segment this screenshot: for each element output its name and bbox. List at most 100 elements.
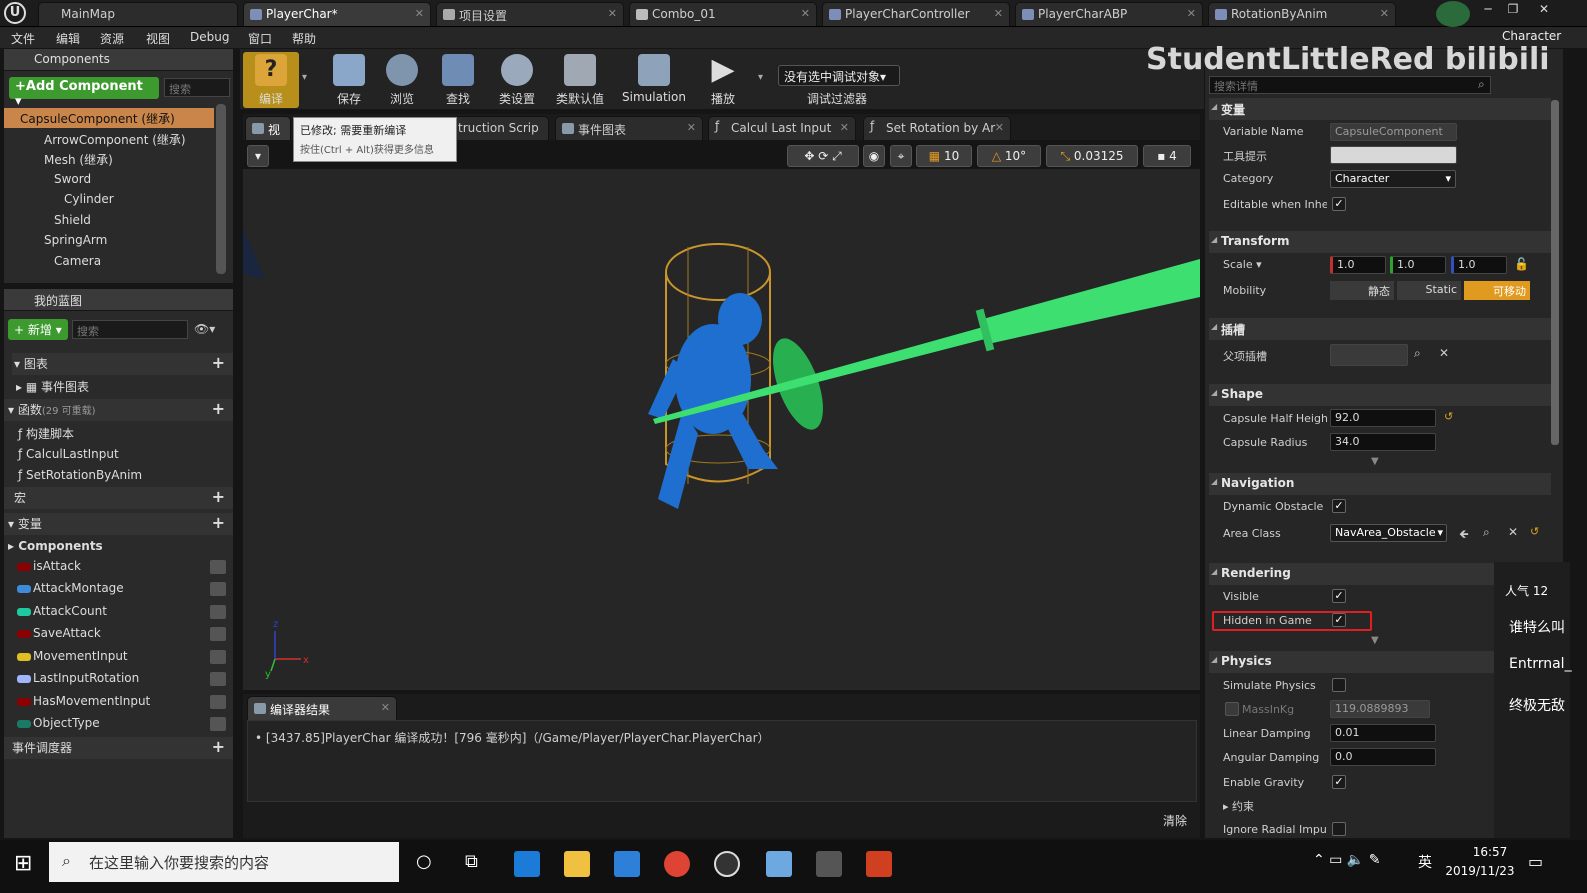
close-icon[interactable]: ✕ <box>608 7 617 20</box>
visibility-icon[interactable] <box>210 627 226 641</box>
function-item[interactable]: ƒ 构建脚本 <box>18 423 74 445</box>
viewport-options-button[interactable]: ▾ <box>247 145 269 167</box>
surface-snap-icon[interactable]: ⌖ <box>890 145 912 167</box>
close-icon[interactable]: ✕ <box>801 7 810 20</box>
scale-z-field[interactable]: 1.0 <box>1451 256 1507 274</box>
world-local-icon[interactable]: ◉ <box>863 145 885 167</box>
function-item[interactable]: ƒ SetRotationByAnim <box>18 466 142 488</box>
tree-item-sword[interactable]: Sword <box>54 172 91 194</box>
visibility-icon[interactable] <box>210 560 226 574</box>
close-icon[interactable]: ✕ <box>381 701 390 714</box>
scrollbar[interactable] <box>216 104 226 274</box>
tooltip-field[interactable] <box>1330 146 1457 164</box>
play-button[interactable]: ▶ 播放 <box>695 52 751 108</box>
visibility-icon[interactable] <box>210 582 226 596</box>
section-macros[interactable]: 宏 + <box>4 487 233 509</box>
area-class-dropdown[interactable]: NavArea_Obstacle ▾ <box>1330 524 1447 542</box>
mass-field[interactable]: 119.0889893 <box>1330 700 1430 718</box>
app-icon[interactable] <box>766 851 792 877</box>
notification-icon[interactable]: ▭ <box>1528 852 1543 871</box>
clear-button[interactable]: 清除 <box>1163 812 1187 829</box>
tab-compiler-results[interactable]: 编译器结果 ✕ <box>247 696 397 720</box>
tree-item-camera[interactable]: Camera <box>54 254 101 276</box>
ignore-radial-checkbox[interactable] <box>1332 822 1346 836</box>
details-scrollbar[interactable] <box>1551 100 1559 445</box>
section-variable[interactable]: 变量 <box>1209 98 1551 120</box>
visible-checkbox[interactable]: ✓ <box>1332 589 1346 603</box>
constraints-label[interactable]: ▸ 约束 <box>1223 798 1327 814</box>
ime-indicator[interactable]: 英 <box>1418 852 1432 872</box>
taskbar-search-input[interactable]: 在这里输入你要搜索的内容 <box>49 842 399 882</box>
close-icon[interactable]: ✕ <box>415 7 424 20</box>
add-icon[interactable]: + <box>212 513 225 532</box>
grid-snap[interactable]: ▦ 10 <box>916 145 972 167</box>
add-icon[interactable]: + <box>212 487 225 506</box>
section-transform[interactable]: Transform <box>1209 231 1551 253</box>
lock-icon[interactable]: 🔓 <box>1514 257 1529 271</box>
rotation-snap[interactable]: △ 10° <box>977 145 1041 167</box>
tab-rotationbyanim[interactable]: RotationByAnim ✕ <box>1208 2 1396 26</box>
reset-icon[interactable]: ↺ <box>1444 410 1453 423</box>
visibility-icon[interactable] <box>210 650 226 664</box>
add-icon[interactable]: + <box>212 353 225 372</box>
details-search-input[interactable]: 搜索详情 <box>1209 76 1491 94</box>
linear-damping-field[interactable]: 0.01 <box>1330 724 1436 742</box>
close-icon[interactable]: ✕ <box>687 121 696 134</box>
minimize-icon[interactable]: ─ <box>1478 2 1498 18</box>
file-explorer-icon[interactable] <box>564 851 590 877</box>
visibility-icon[interactable] <box>210 717 226 731</box>
category-components[interactable]: ▸ Components <box>8 537 103 559</box>
variable-name-field[interactable]: CapsuleComponent <box>1330 123 1457 141</box>
class-settings-button[interactable]: 类设置 <box>489 52 545 108</box>
expand-icon[interactable]: ▼ <box>1371 456 1379 467</box>
clear-icon[interactable]: ✕ <box>1439 346 1449 360</box>
scale-x-field[interactable]: 1.0 <box>1330 256 1386 274</box>
play-options-arrow[interactable]: ▾ <box>758 72 763 83</box>
tab-mainmap[interactable]: MainMap <box>38 2 238 26</box>
mass-override-checkbox[interactable] <box>1225 702 1239 716</box>
close-icon[interactable]: ✕ <box>840 121 849 134</box>
enable-gravity-checkbox[interactable]: ✓ <box>1332 775 1346 789</box>
task-view-icon[interactable]: ⧉ <box>465 851 478 872</box>
capsule-radius-field[interactable]: 34.0 <box>1330 433 1436 451</box>
clear-icon[interactable]: ✕ <box>1508 525 1518 539</box>
expand-icon[interactable]: ▼ <box>1371 635 1379 646</box>
store-icon[interactable] <box>614 851 640 877</box>
category-dropdown[interactable]: Character ▾ <box>1330 170 1456 188</box>
menu-debug[interactable]: Debug <box>190 30 229 44</box>
compile-button[interactable]: ? 编译 <box>243 52 299 108</box>
section-navigation[interactable]: Navigation <box>1209 473 1551 495</box>
menu-view[interactable]: 视图 <box>146 30 170 47</box>
maximize-icon[interactable]: ❐ <box>1503 2 1523 18</box>
menu-window[interactable]: 窗口 <box>248 30 272 47</box>
browse-button[interactable]: 浏览 <box>374 52 430 108</box>
component-search-input[interactable]: 搜索 <box>164 78 230 97</box>
new-button[interactable]: + 新增 ▾ <box>8 319 68 340</box>
menu-help[interactable]: 帮助 <box>292 30 316 47</box>
tab-project-settings[interactable]: 项目设置 ✕ <box>436 2 624 26</box>
cortana-icon[interactable]: ○ <box>416 851 432 872</box>
tab-playerchar[interactable]: PlayerChar* ✕ <box>243 2 431 26</box>
variable-item[interactable]: SaveAttack <box>4 624 233 646</box>
close-icon[interactable]: ✕ <box>1187 7 1196 20</box>
section-graphs[interactable]: ▾ 图表 + <box>12 353 233 375</box>
tree-item-springarm[interactable]: SpringArm <box>44 233 107 255</box>
close-window-icon[interactable]: ✕ <box>1534 2 1554 18</box>
tree-item-mesh[interactable]: Mesh (继承) <box>44 151 113 173</box>
visibility-icon[interactable] <box>210 672 226 686</box>
chrome-icon[interactable] <box>664 851 690 877</box>
add-icon[interactable]: + <box>212 399 225 418</box>
eye-icon[interactable]: 👁▾ <box>194 322 224 338</box>
scale-snap[interactable]: ⤡ 0.03125 <box>1046 145 1138 167</box>
tree-item-arrow[interactable]: ArrowComponent (继承) <box>44 131 186 153</box>
unreal-engine-icon[interactable] <box>714 851 740 877</box>
tree-item-shield[interactable]: Shield <box>54 213 91 235</box>
reset-icon[interactable]: ↺ <box>1530 525 1539 538</box>
function-item[interactable]: ƒ CalculLastInput <box>18 445 119 467</box>
powerpoint-icon[interactable] <box>866 851 892 877</box>
variable-item[interactable]: LastInputRotation <box>4 669 233 691</box>
tree-item-capsule[interactable]: CapsuleComponent (继承) <box>20 110 175 132</box>
camera-speed[interactable]: ▪ 4 <box>1143 145 1191 167</box>
edge-icon[interactable] <box>514 851 540 877</box>
simulation-button[interactable]: Simulation <box>620 52 688 108</box>
